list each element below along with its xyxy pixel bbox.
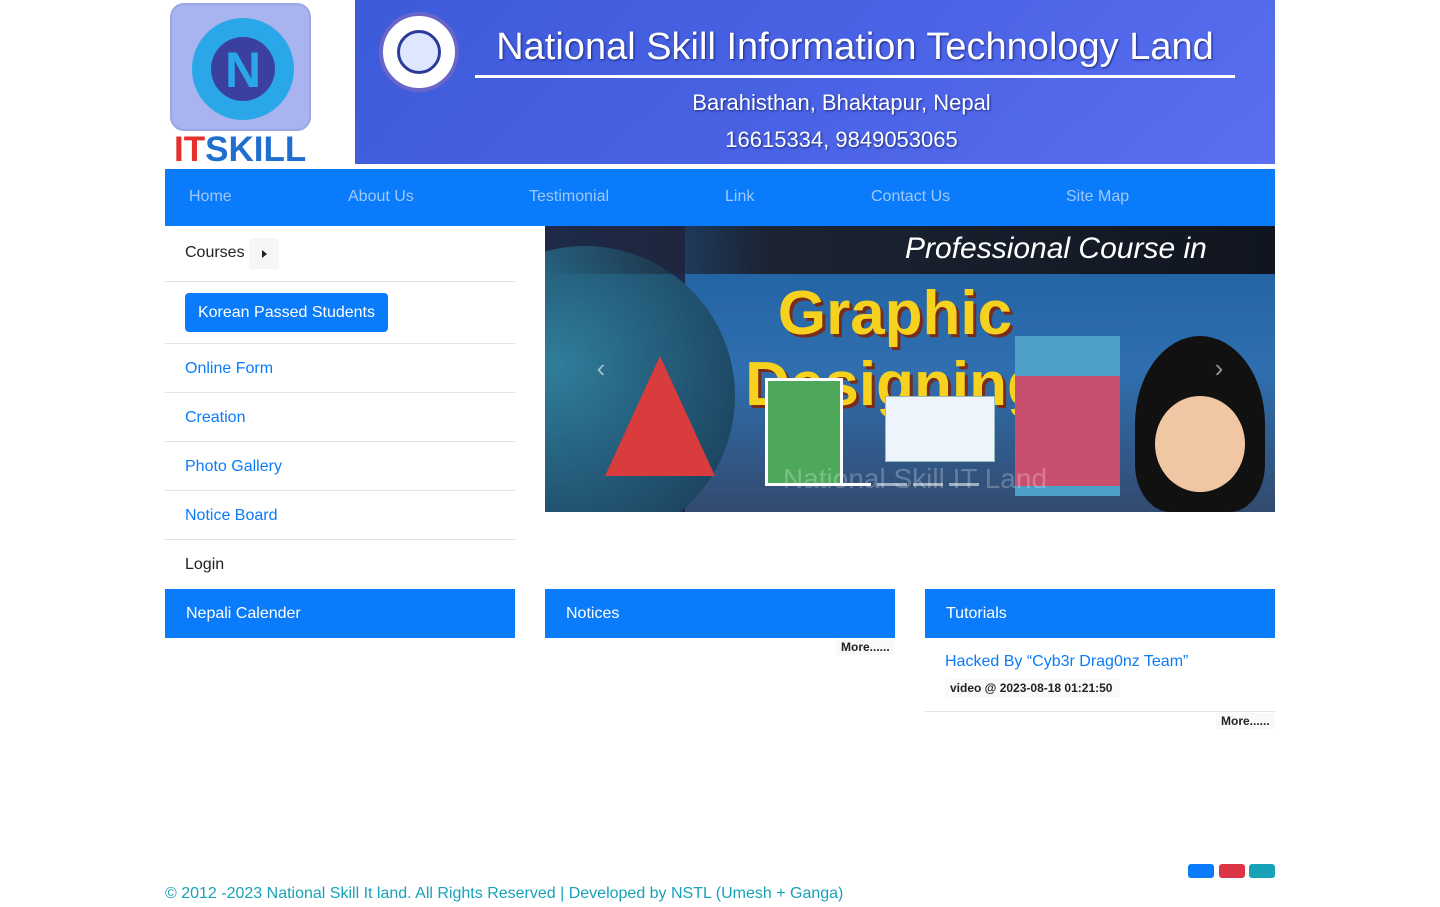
twitter-icon[interactable] [1249,864,1275,878]
logo-wordmark: ITSKILL [174,130,307,169]
korean-passed-students-button[interactable]: Korean Passed Students [185,293,388,332]
banner-address: Barahisthan, Bhaktapur, Nepal [692,90,991,115]
sidebar-item-label: Photo Gallery [185,458,282,475]
carousel-indicator[interactable] [949,483,979,486]
banner-divider [475,75,1235,78]
carousel-indicator[interactable] [841,483,871,486]
carousel-indicator[interactable] [877,483,907,486]
image-carousel[interactable]: Professional Course in Graphic Designing… [545,226,1275,512]
carousel-caption-top: Professional Course in [905,232,1207,265]
sidebar-item-online-form[interactable]: Online Form [165,344,515,393]
tutorial-item-link[interactable]: Hacked By “Cyb3r Drag0nz Team” [945,653,1188,671]
logo-mark-icon: N [170,3,311,131]
divider [925,711,1275,712]
sidebar-item-login[interactable]: Login [165,540,515,589]
site-logo[interactable]: N ITSKILL [165,0,355,170]
nav-link[interactable]: Link [725,188,754,206]
facebook-icon[interactable] [1188,864,1214,878]
nav-contact-us[interactable]: Contact Us [871,188,950,206]
sidebar-item-creation[interactable]: Creation [165,393,515,442]
nepali-calendar-header: Nepali Calender [165,589,515,638]
sidebar-item-label: Creation [185,409,246,426]
banner-phone: 16615334, 9849053065 [725,127,958,152]
tutorials-more-link[interactable]: More...... [1216,713,1275,729]
page: N ITSKILL National Skill Information Tec… [165,0,1275,907]
carousel-watermark: National Skill IT Land [782,463,1048,494]
youtube-icon[interactable] [1219,864,1245,878]
nav-testimonial[interactable]: Testimonial [529,188,609,206]
carousel-indicator[interactable] [913,483,943,486]
sidebar-item-courses[interactable]: Courses [165,226,515,282]
sidebar-item-photo-gallery[interactable]: Photo Gallery [165,442,515,491]
card-design-image [885,396,995,462]
notices-header: Notices [545,589,895,638]
tutorials-header: Tutorials [925,589,1275,638]
institute-emblem-icon [379,12,459,92]
main-nav: Home About Us Testimonial Link Contact U… [165,169,1275,226]
sidebar-item-label: Courses [185,244,245,261]
nav-about-us[interactable]: About Us [348,188,414,206]
carousel-prev-icon[interactable]: ‹ [589,355,613,381]
sidebar-item-label: Online Form [185,360,274,377]
sidebar-item-label: Notice Board [185,507,278,524]
nav-home[interactable]: Home [189,188,232,206]
carousel-next-icon[interactable]: › [1207,355,1231,381]
footer-copyright: © 2012 -2023 National Skill It land. All… [165,885,844,902]
sidebar-item-notice-board[interactable]: Notice Board [165,491,515,540]
banner-title: National Skill Information Technology La… [496,26,1214,68]
header-banner: National Skill Information Technology La… [355,0,1275,164]
caret-right-icon[interactable] [249,238,279,269]
tutorial-item-meta: video @ 2023-08-18 01:21:50 [945,679,1120,697]
notices-more-link[interactable]: More...... [836,639,895,655]
nav-site-map[interactable]: Site Map [1066,188,1129,206]
sidebar-item-label: Login [185,556,225,573]
